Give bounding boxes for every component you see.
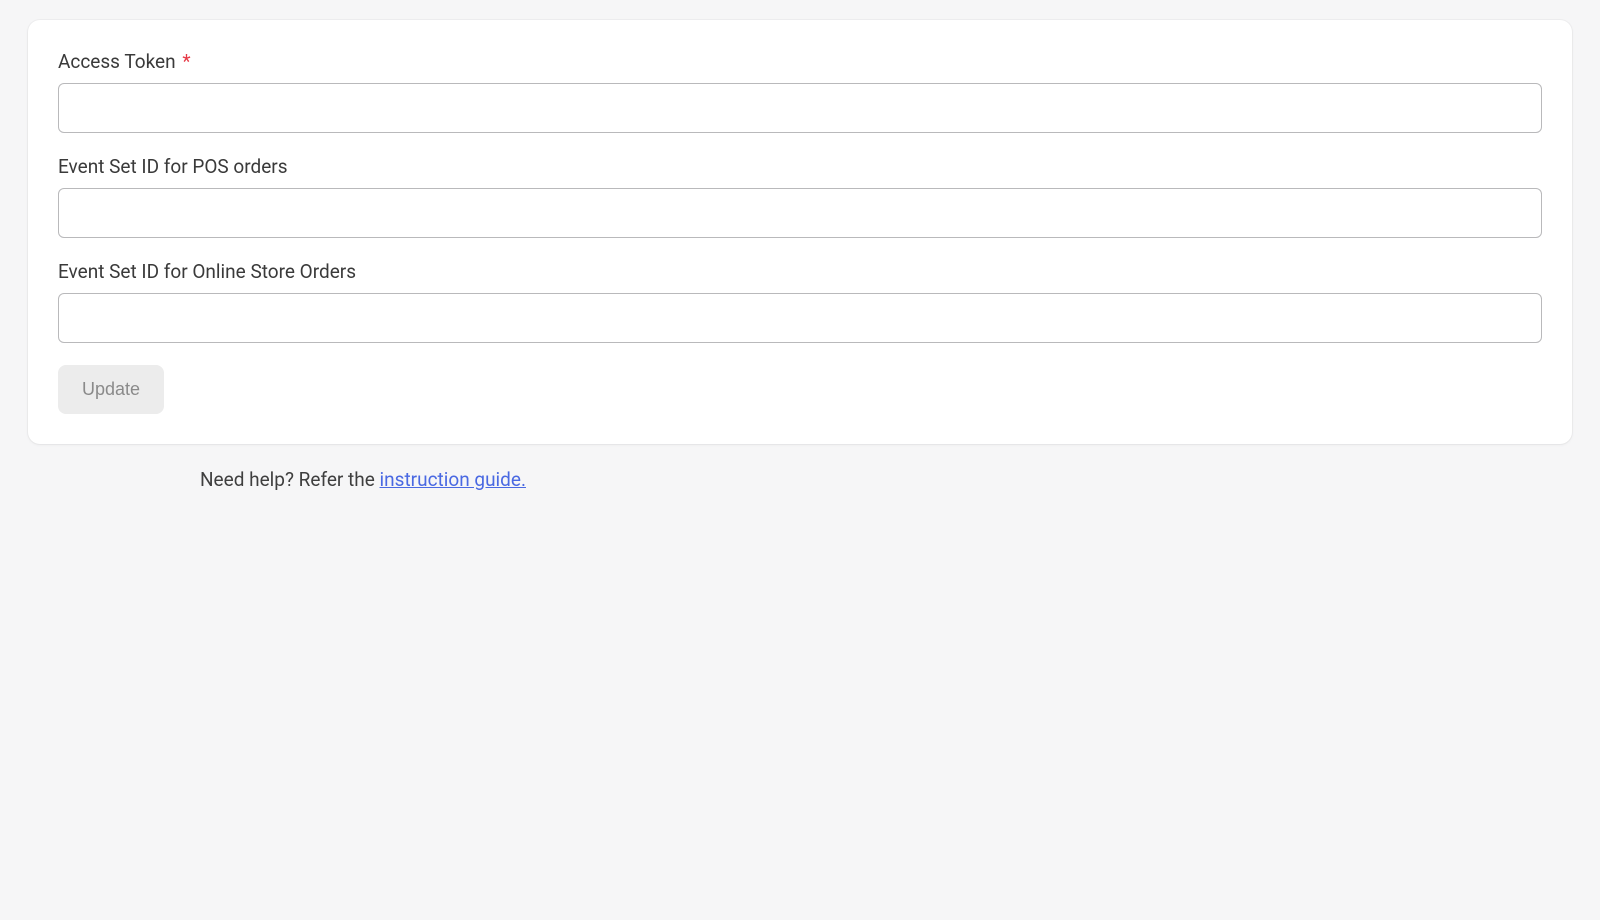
event-set-pos-label: Event Set ID for POS orders [58,155,1542,178]
event-set-online-label: Event Set ID for Online Store Orders [58,260,1542,283]
help-text: Need help? Refer the instruction guide. [200,468,1600,491]
access-token-label-text: Access Token [58,50,176,73]
event-set-pos-input[interactable] [58,188,1542,238]
update-button[interactable]: Update [58,365,164,414]
event-set-online-input[interactable] [58,293,1542,343]
access-token-group: Access Token * [58,50,1542,133]
settings-card: Access Token * Event Set ID for POS orde… [28,20,1572,444]
event-set-online-group: Event Set ID for Online Store Orders [58,260,1542,343]
access-token-input[interactable] [58,83,1542,133]
required-asterisk-icon: * [182,50,190,73]
access-token-label: Access Token * [58,50,1542,73]
event-set-pos-group: Event Set ID for POS orders [58,155,1542,238]
instruction-guide-link[interactable]: instruction guide. [380,468,526,491]
help-prefix: Need help? Refer the [200,468,380,491]
